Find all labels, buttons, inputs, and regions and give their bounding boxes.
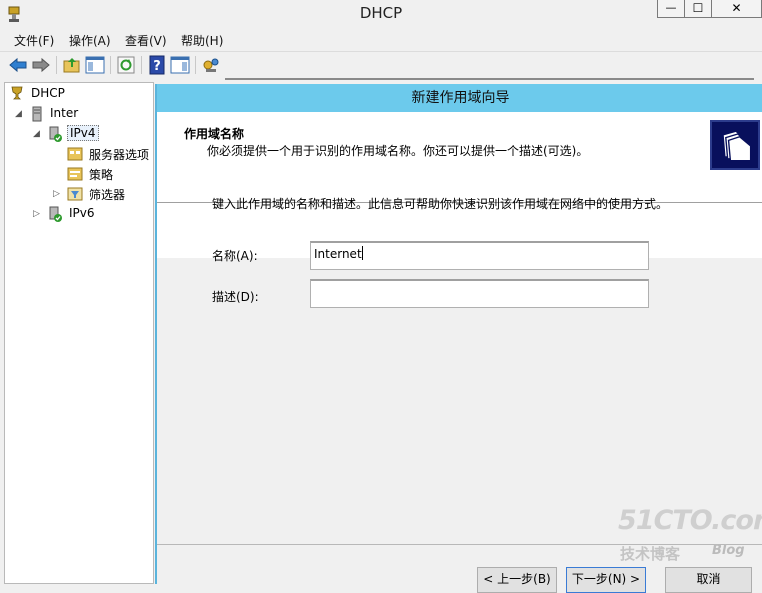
minimize-button[interactable]: — (657, 0, 685, 18)
tree-label-dhcp: DHCP (31, 86, 65, 100)
ipv6-server-check-icon (49, 206, 62, 222)
wizard-icon[interactable] (201, 55, 221, 75)
minimize-icon: — (665, 1, 677, 14)
expand-icon[interactable]: ▷ (53, 189, 60, 199)
tree-label-ipv6: IPv6 (69, 206, 95, 220)
toolbar: ? (0, 51, 762, 80)
refresh-icon[interactable] (116, 55, 136, 75)
scope-description-input[interactable] (310, 279, 649, 308)
menu-view[interactable]: 查看(V) (125, 32, 167, 49)
maximize-icon: ☐ (692, 1, 704, 15)
back-arrow-icon[interactable] (8, 55, 28, 75)
policies-icon (67, 167, 83, 181)
wizard-subheading: 你必须提供一个用于识别的作用域名称。你还可以提供一个描述(可选)。 (207, 144, 589, 158)
dhcp-root-icon (11, 86, 23, 100)
wizard-heading: 作用域名称 (184, 127, 245, 141)
wizard-body: 键入此作用域的名称和描述。此信息可帮助你快速识别该作用域在网络中的使用方式。 名… (157, 175, 762, 545)
tree-label-policies: 策略 (89, 168, 114, 182)
scope-name-input[interactable]: Internet (310, 241, 649, 270)
wizard-folder-logo-icon (710, 120, 760, 170)
collapse-icon[interactable]: ◢ (15, 109, 22, 119)
show-hide-action-pane-icon[interactable] (170, 55, 190, 75)
back-button[interactable]: < 上一步(B) (477, 567, 557, 593)
help-icon[interactable]: ? (147, 55, 167, 75)
watermark-blog: Blog (712, 543, 745, 558)
close-icon: ✕ (731, 1, 742, 15)
up-folder-icon[interactable] (62, 55, 82, 75)
console-tree: DHCP ◢ Inter ◢ IPv4 服务器选项 策略 ▷ 筛选器 ▷ IPv… (4, 82, 154, 584)
menu-action[interactable]: 操作(A) (69, 32, 111, 49)
svg-text:?: ? (153, 59, 161, 74)
name-label: 名称(A): (212, 249, 258, 263)
scope-name-value: Internet (314, 247, 362, 261)
tree-label-inter: Inter (50, 106, 79, 120)
window-title: DHCP (359, 4, 403, 22)
wizard-title: 新建作用域向导 (157, 84, 762, 112)
window-title-bar: DHCP — ☐ ✕ (0, 0, 762, 28)
watermark-main: 51CTO.com (618, 505, 762, 536)
watermark-sub: 技术博客 (620, 545, 681, 563)
server-options-icon (67, 147, 83, 161)
tree-label-server-options: 服务器选项 (89, 148, 150, 162)
maximize-button[interactable]: ☐ (684, 0, 712, 18)
tree-label-ipv4: IPv4 (67, 125, 99, 141)
description-label: 描述(D): (212, 290, 259, 304)
watermark: 51CTO.com 技术博客 Blog (618, 505, 762, 575)
toolbar-frame (225, 52, 754, 80)
collapse-icon[interactable]: ◢ (33, 129, 40, 139)
text-caret (361, 246, 363, 260)
filters-icon (67, 187, 83, 201)
server-icon (32, 106, 42, 122)
menu-help[interactable]: 帮助(H) (181, 32, 223, 49)
close-button[interactable]: ✕ (711, 0, 762, 18)
menu-bar: 文件(F) 操作(A) 查看(V) 帮助(H) (0, 28, 762, 50)
menu-file[interactable]: 文件(F) (14, 32, 54, 49)
ipv4-server-check-icon (49, 126, 62, 142)
wizard-instruction: 键入此作用域的名称和描述。此信息可帮助你快速识别该作用域在网络中的使用方式。 (212, 197, 669, 211)
expand-icon[interactable]: ▷ (33, 209, 40, 219)
forward-arrow-icon[interactable] (31, 55, 51, 75)
tree-label-filters: 筛选器 (89, 188, 126, 202)
show-hide-tree-icon[interactable] (85, 55, 105, 75)
